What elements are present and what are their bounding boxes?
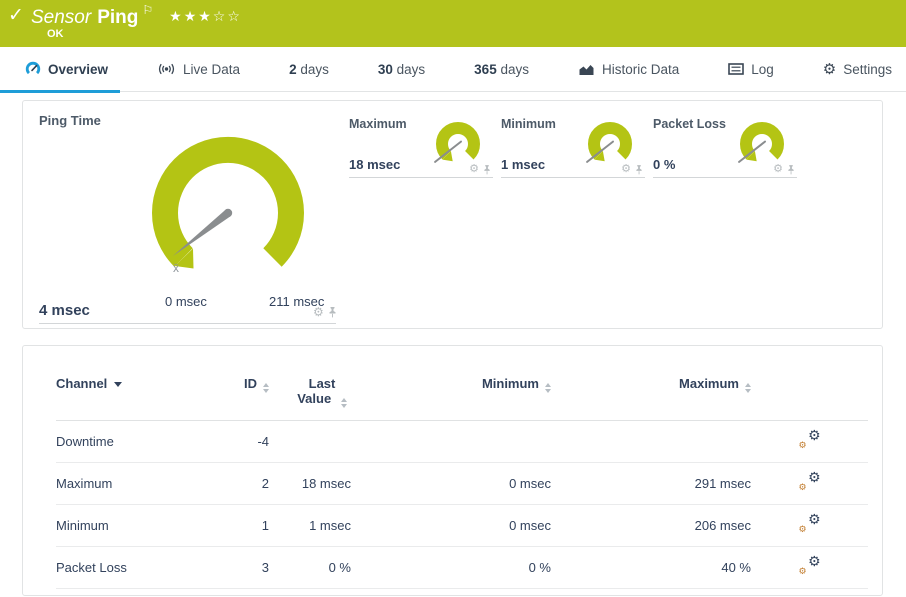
mini-gauge-minimum: Minimum 1 msec ⚙ xyxy=(501,115,645,178)
tab-historic-data[interactable]: Historic Data xyxy=(576,47,681,92)
mini-gauge-title: Minimum xyxy=(501,117,556,131)
channel-maximum: 291 msec xyxy=(551,463,751,505)
ping-time-gauge xyxy=(138,129,318,297)
channel-settings-icon[interactable]: ⚙⚙ xyxy=(799,473,821,491)
table-header-row: Channel ID Last Value Minimum Maximum xyxy=(56,346,868,421)
tab-365-days[interactable]: 365 days xyxy=(472,47,531,92)
channel-maximum: 40 % xyxy=(551,547,751,589)
channel-settings-icon[interactable]: ⚙⚙ xyxy=(799,515,821,533)
channel-minimum: 0 msec xyxy=(351,463,551,505)
gauge-icon xyxy=(25,61,41,77)
channel-settings-icon[interactable]: ⚙⚙ xyxy=(799,431,821,449)
channel-id: 3 xyxy=(226,547,269,589)
channel-name[interactable]: Ping Time xyxy=(56,589,226,597)
sort-desc-icon xyxy=(114,382,122,387)
channel-settings-icon[interactable]: ⚙⚙ xyxy=(799,557,821,575)
sensor-tab-bar: Overview Live Data 2 days 30 days 365 da… xyxy=(0,47,906,92)
channel-name[interactable]: Downtime xyxy=(56,421,226,463)
channel-last-value: 4 msec xyxy=(269,589,351,597)
chart-icon xyxy=(578,63,595,76)
gauge-settings-icon[interactable]: ⚙ xyxy=(621,164,631,175)
ok-check-icon: ✓ xyxy=(8,4,24,27)
table-row: Packet Loss 3 0 % 0 % 40 % ⚙⚙ xyxy=(56,547,868,589)
tab-overview[interactable]: Overview xyxy=(23,47,110,92)
gauge-settings-icon[interactable]: ⚙ xyxy=(773,164,783,175)
mini-gauge-tools: ⚙ xyxy=(773,164,795,175)
column-header-last-value[interactable]: Last Value xyxy=(269,346,351,421)
sensor-status-text: OK xyxy=(47,28,64,40)
column-header-tools xyxy=(751,346,868,421)
table-row: Minimum 1 1 msec 0 msec 206 msec ⚙⚙ xyxy=(56,505,868,547)
priority-flag-icon[interactable]: ⚐ xyxy=(142,3,153,17)
sensor-name: Ping xyxy=(97,7,138,28)
sort-icon xyxy=(745,383,751,393)
column-header-id[interactable]: ID xyxy=(226,346,269,421)
mini-gauge-title: Packet Loss xyxy=(653,117,726,131)
tab-log[interactable]: Log xyxy=(726,47,776,92)
pin-icon[interactable] xyxy=(483,165,491,175)
channel-last-value: 1 msec xyxy=(269,505,351,547)
channel-last-value: 18 msec xyxy=(269,463,351,505)
channel-minimum: 0 msec xyxy=(351,505,551,547)
gauge-settings-icon[interactable]: ⚙ xyxy=(469,164,479,175)
gauge-average-marker: x̄ xyxy=(173,261,179,275)
channel-name[interactable]: Packet Loss xyxy=(56,547,226,589)
sensor-title: Sensor Ping ⚐ ★★★☆☆ xyxy=(31,3,242,29)
log-icon xyxy=(728,63,744,75)
channel-maximum xyxy=(551,421,751,463)
main-gauge-tools: ⚙ xyxy=(313,306,337,318)
channel-minimum: 0 msec xyxy=(351,589,551,597)
pin-icon[interactable] xyxy=(328,307,337,318)
maximum-value: 18 msec xyxy=(349,157,400,172)
channel-name[interactable]: Maximum xyxy=(56,463,226,505)
tab-30-days[interactable]: 30 days xyxy=(376,47,427,92)
main-gauge-title: Ping Time xyxy=(39,113,101,128)
channel-minimum: 0 % xyxy=(351,547,551,589)
gear-icon: ⚙ xyxy=(823,62,836,77)
gauges-panel: Ping Time x̄ 0 msec 211 msec 4 msec ⚙ Ma… xyxy=(22,100,883,329)
gauge-settings-icon[interactable]: ⚙ xyxy=(313,306,324,318)
minimum-value: 1 msec xyxy=(501,157,545,172)
channel-last-value: 0 % xyxy=(269,547,351,589)
mini-gauge-packet-loss: Packet Loss 0 % ⚙ xyxy=(653,115,797,178)
channel-name[interactable]: Minimum xyxy=(56,505,226,547)
channel-id: 0 xyxy=(226,589,269,597)
sort-icon xyxy=(341,398,347,408)
channel-table-panel: Channel ID Last Value Minimum Maximum xyxy=(22,345,883,596)
column-header-channel[interactable]: Channel xyxy=(56,346,226,421)
channel-maximum: 206 msec xyxy=(551,505,751,547)
ping-time-value: 4 msec xyxy=(39,302,90,319)
table-row: Ping Time 0 4 msec 0 msec 211 msec ⚙⚙ xyxy=(56,589,868,597)
pin-icon[interactable] xyxy=(635,165,643,175)
mini-gauge-title: Maximum xyxy=(349,117,407,131)
tab-live-data[interactable]: Live Data xyxy=(155,47,242,92)
gauge-scale-min: 0 msec xyxy=(165,294,207,309)
packet-loss-value: 0 % xyxy=(653,157,675,172)
sort-icon xyxy=(545,383,551,393)
tab-settings[interactable]: ⚙ Settings xyxy=(821,47,894,92)
table-row: Maximum 2 18 msec 0 msec 291 msec ⚙⚙ xyxy=(56,463,868,505)
sensor-status-banner: ✓ Sensor Ping ⚐ ★★★☆☆ OK xyxy=(0,0,906,47)
channel-id: -4 xyxy=(226,421,269,463)
sort-icon xyxy=(263,383,269,393)
channel-last-value xyxy=(269,421,351,463)
sensor-type-label: Sensor xyxy=(31,7,91,28)
mini-gauge-maximum: Maximum 18 msec ⚙ xyxy=(349,115,493,178)
table-row: Downtime -4 ⚙⚙ xyxy=(56,421,868,463)
pin-icon[interactable] xyxy=(787,165,795,175)
mini-gauge-tools: ⚙ xyxy=(469,164,491,175)
channel-maximum: 211 msec xyxy=(551,589,751,597)
tab-2-days[interactable]: 2 days xyxy=(287,47,331,92)
channel-minimum xyxy=(351,421,551,463)
broadcast-icon xyxy=(157,62,176,76)
mini-gauge-tools: ⚙ xyxy=(621,164,643,175)
column-header-maximum[interactable]: Maximum xyxy=(551,346,751,421)
channel-id: 2 xyxy=(226,463,269,505)
priority-stars[interactable]: ★★★☆☆ xyxy=(169,8,242,24)
channel-id: 1 xyxy=(226,505,269,547)
channel-table: Channel ID Last Value Minimum Maximum xyxy=(56,346,868,596)
column-header-minimum[interactable]: Minimum xyxy=(351,346,551,421)
main-gauge-divider xyxy=(39,323,336,324)
